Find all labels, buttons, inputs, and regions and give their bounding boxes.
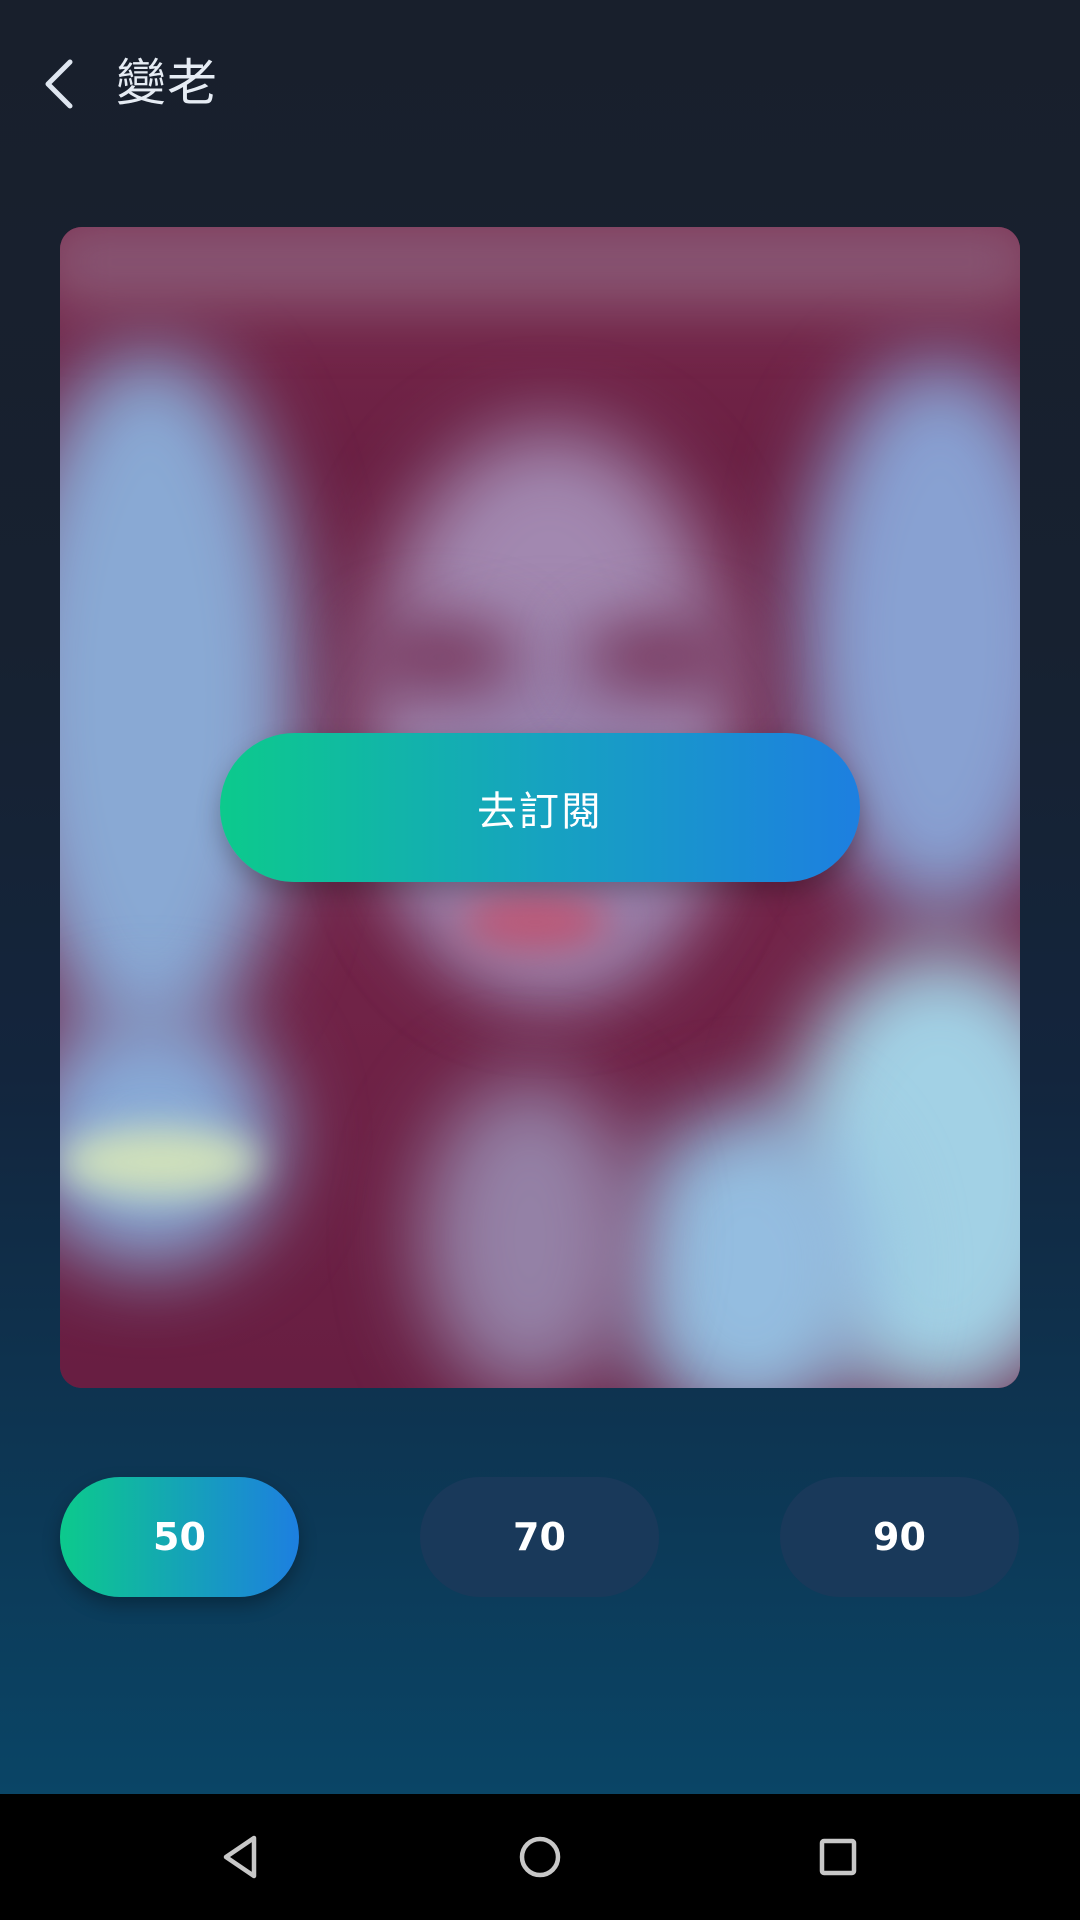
- chevron-left-icon: [45, 59, 73, 109]
- back-button[interactable]: [30, 48, 90, 120]
- age-option-50[interactable]: 50: [60, 1477, 299, 1597]
- app-screen: 變老 去訂閱 50 70 90: [0, 0, 1080, 1794]
- subscribe-button[interactable]: 去訂閱: [220, 733, 860, 882]
- recents-square-icon: [819, 1838, 857, 1876]
- system-navigation-bar: [0, 1794, 1080, 1920]
- header-bar: 變老: [0, 0, 1080, 170]
- nav-back-button[interactable]: [206, 1822, 276, 1892]
- back-triangle-icon: [223, 1835, 257, 1879]
- nav-recents-button[interactable]: [803, 1822, 873, 1892]
- nav-home-button[interactable]: [505, 1822, 575, 1892]
- age-option-90[interactable]: 90: [780, 1477, 1019, 1597]
- age-option-70[interactable]: 70: [420, 1477, 659, 1597]
- home-circle-icon: [519, 1836, 561, 1878]
- page-title: 變老: [116, 54, 218, 112]
